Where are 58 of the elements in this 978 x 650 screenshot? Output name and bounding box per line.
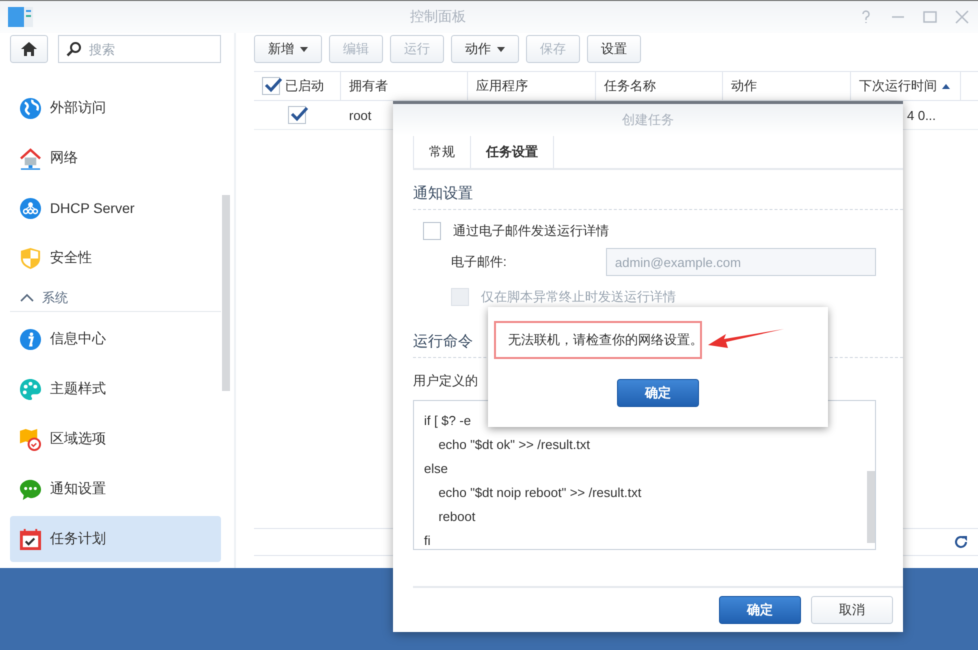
checkbox-label: 通过电子邮件发送运行详情 [453, 222, 609, 240]
sidebar-item-icon [19, 528, 42, 550]
home-icon [20, 40, 38, 58]
email-field[interactable]: admin@example.com [606, 248, 876, 276]
sidebar-item[interactable]: DHCP Server [10, 185, 221, 231]
column-header[interactable]: 应用程序 [468, 72, 596, 100]
search-icon [66, 41, 82, 57]
tab[interactable]: 任务设置 [470, 136, 554, 168]
toolbar-button[interactable]: 动作 [451, 35, 519, 63]
close-icon[interactable] [954, 9, 970, 25]
home-button[interactable] [10, 35, 48, 63]
window-title: 控制面板 [409, 8, 467, 26]
sidebar-item-icon [19, 246, 42, 270]
sidebar-item[interactable]: 信息中心 [10, 316, 221, 362]
ok-button[interactable]: 确定 [617, 379, 699, 407]
scrollbar[interactable] [222, 195, 230, 391]
table-cell-text: 4 0... [906, 108, 937, 122]
column-header[interactable]: 下次运行时间 [851, 72, 961, 100]
maximize-icon[interactable] [922, 9, 938, 25]
sidebar-item-icon [19, 478, 42, 500]
sidebar-item[interactable]: 外部访问 [10, 85, 221, 131]
column-header[interactable]: 拥有者 [341, 72, 468, 100]
sidebar-item[interactable]: 任务计划 [10, 516, 221, 562]
dialog-title: 创建任务 [393, 104, 903, 136]
dialog-button[interactable]: 取消 [811, 596, 893, 624]
tab[interactable]: 常规 [413, 136, 470, 168]
sidebar-item-icon [19, 96, 42, 120]
sidebar-item[interactable]: 通知设置 [10, 466, 221, 512]
refresh-icon[interactable] [954, 535, 968, 549]
search-field[interactable]: 搜索 [58, 35, 221, 63]
table-cell-text: root [348, 108, 372, 122]
scrollbar[interactable] [867, 471, 875, 543]
section-heading: 通知设置 [413, 170, 903, 210]
checkbox-label: 仅在脚本异常终止时发送运行详情 [481, 288, 676, 306]
sidebar-item-icon [19, 428, 42, 450]
sort-icon [942, 84, 950, 88]
toolbar-button[interactable]: 新增 [254, 35, 322, 63]
sidebar-item[interactable]: 网络 [10, 135, 221, 181]
checkbox[interactable] [423, 222, 441, 240]
sidebar-item-icon [19, 378, 42, 400]
sidebar-item[interactable]: 主题样式 [10, 366, 221, 412]
enabled-checkbox[interactable] [288, 106, 306, 124]
column-header[interactable]: 动作 [723, 72, 851, 100]
sidebar-item[interactable]: 安全性 [10, 235, 221, 281]
dialog-button[interactable]: 确定 [719, 596, 801, 624]
sidebar-item-icon [19, 146, 42, 170]
sidebar-item[interactable]: 区域选项 [10, 416, 221, 462]
alert-message: 无法联机，请检查你的网络设置。 [494, 321, 702, 359]
toolbar-button[interactable]: 设置 [587, 35, 641, 63]
column-header[interactable]: 任务名称 [596, 72, 723, 100]
sidebar-item-icon [19, 328, 42, 350]
column-header[interactable]: 已启动 [254, 72, 341, 100]
app-icon [8, 5, 34, 29]
sidebar-section[interactable]: 系统 [10, 285, 221, 312]
field-label: 电子邮件: [451, 253, 508, 271]
sidebar-item-icon [19, 196, 42, 220]
select-all-checkbox[interactable] [262, 77, 280, 95]
field-label: 用户定义的 [413, 372, 479, 390]
